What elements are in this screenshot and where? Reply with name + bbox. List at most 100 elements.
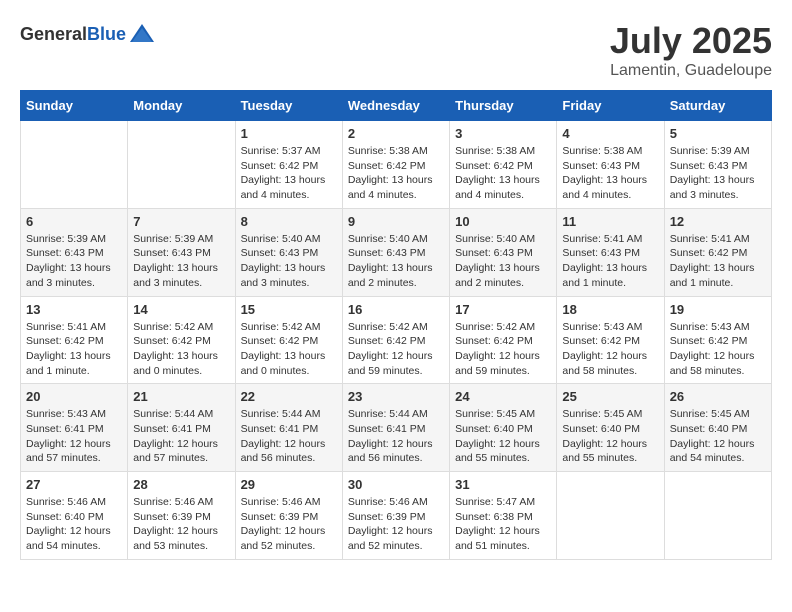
calendar-day-cell: 1Sunrise: 5:37 AMSunset: 6:42 PMDaylight… [235,121,342,209]
day-info: Sunrise: 5:38 AMSunset: 6:43 PMDaylight:… [562,144,658,203]
day-number: 14 [133,302,229,317]
day-info: Sunrise: 5:46 AMSunset: 6:39 PMDaylight:… [133,495,229,554]
calendar-day-cell: 13 Sunrise: 5:41 AMSunset: 6:42 PMDayligh… [21,296,128,384]
calendar-day-cell: 18 Sunrise: 5:43 AMSunset: 6:42 PMDayligh… [557,296,664,384]
day-number: 24 [455,389,551,404]
day-info: Sunrise: 5:45 AMSunset: 6:40 PMDaylight:… [670,407,766,466]
calendar-day-cell: 3 Sunrise: 5:38 AMSunset: 6:42 PMDaylight… [450,121,557,209]
title-section: July 2025 Lamentin, Guadeloupe [610,20,772,80]
day-number: 5 [670,126,766,141]
day-info: Sunrise: 5:46 AMSunset: 6:39 PMDaylight:… [241,495,337,554]
calendar-day-cell: 21 Sunrise: 5:44 AMSunset: 6:41 PMDayligh… [128,384,235,472]
calendar-day-cell: 2Sunrise: 5:38 AMSunset: 6:42 PMDaylight… [342,121,449,209]
calendar-day-cell: 6Sunrise: 5:39 AMSunset: 6:43 PMDaylight… [21,208,128,296]
day-number: 2 [348,126,444,141]
day-number: 1 [241,126,337,141]
day-of-week-header: Friday [557,91,664,121]
calendar-day-cell: 27 Sunrise: 5:46 AMSunset: 6:40 PMDayligh… [21,472,128,560]
calendar-table: SundayMondayTuesdayWednesdayThursdayFrid… [20,90,772,560]
day-number: 10 [455,214,551,229]
page-header: GeneralBlue July 2025 Lamentin, Guadelou… [20,20,772,80]
logo-icon [128,20,156,48]
calendar-day-cell: 28 Sunrise: 5:46 AMSunset: 6:39 PMDayligh… [128,472,235,560]
calendar-day-cell [128,121,235,209]
day-info: Sunrise: 5:43 AMSunset: 6:41 PMDaylight:… [26,407,122,466]
day-info: Sunrise: 5:45 AMSunset: 6:40 PMDaylight:… [562,407,658,466]
calendar-week-row: 20 Sunrise: 5:43 AMSunset: 6:41 PMDayligh… [21,384,772,472]
calendar-day-cell: 10Sunrise: 5:40 AMSunset: 6:43 PMDayligh… [450,208,557,296]
calendar-day-cell: 14 Sunrise: 5:42 AMSunset: 6:42 PMDayligh… [128,296,235,384]
calendar-day-cell: 5 Sunrise: 5:39 AMSunset: 6:43 PMDaylight… [664,121,771,209]
calendar-day-cell: 12Sunrise: 5:41 AMSunset: 6:42 PMDayligh… [664,208,771,296]
day-info: Sunrise: 5:46 AMSunset: 6:40 PMDaylight:… [26,495,122,554]
calendar-day-cell: 30 Sunrise: 5:46 AMSunset: 6:39 PMDayligh… [342,472,449,560]
day-number: 27 [26,477,122,492]
day-number: 17 [455,302,551,317]
day-of-week-header: Sunday [21,91,128,121]
day-info: Sunrise: 5:42 AMSunset: 6:42 PMDaylight:… [241,320,337,379]
calendar-day-cell: 19 Sunrise: 5:43 AMSunset: 6:42 PMDayligh… [664,296,771,384]
day-info: Sunrise: 5:42 AMSunset: 6:42 PMDaylight:… [348,320,444,379]
calendar-day-cell: 24 Sunrise: 5:45 AMSunset: 6:40 PMDayligh… [450,384,557,472]
day-info: Sunrise: 5:44 AMSunset: 6:41 PMDaylight:… [241,407,337,466]
day-of-week-header: Monday [128,91,235,121]
day-number: 19 [670,302,766,317]
calendar-day-cell: 9Sunrise: 5:40 AMSunset: 6:43 PMDaylight… [342,208,449,296]
day-info: Sunrise: 5:42 AMSunset: 6:42 PMDaylight:… [133,320,229,379]
day-number: 30 [348,477,444,492]
day-of-week-header: Saturday [664,91,771,121]
day-number: 13 [26,302,122,317]
calendar-week-row: 27 Sunrise: 5:46 AMSunset: 6:40 PMDayligh… [21,472,772,560]
day-number: 4 [562,126,658,141]
day-info: Sunrise: 5:44 AMSunset: 6:41 PMDaylight:… [348,407,444,466]
day-of-week-header: Thursday [450,91,557,121]
day-number: 16 [348,302,444,317]
day-info: Sunrise: 5:45 AMSunset: 6:40 PMDaylight:… [455,407,551,466]
day-number: 25 [562,389,658,404]
day-number: 20 [26,389,122,404]
calendar-week-row: 6Sunrise: 5:39 AMSunset: 6:43 PMDaylight… [21,208,772,296]
day-info: Sunrise: 5:39 AMSunset: 6:43 PMDaylight:… [26,232,122,291]
calendar-day-cell: 16 Sunrise: 5:42 AMSunset: 6:42 PMDayligh… [342,296,449,384]
day-number: 7 [133,214,229,229]
logo: GeneralBlue [20,20,156,48]
calendar-day-cell [664,472,771,560]
day-number: 26 [670,389,766,404]
day-info: Sunrise: 5:40 AMSunset: 6:43 PMDaylight:… [241,232,337,291]
day-number: 22 [241,389,337,404]
day-number: 21 [133,389,229,404]
calendar-week-row: 13 Sunrise: 5:41 AMSunset: 6:42 PMDayligh… [21,296,772,384]
calendar-week-row: 1Sunrise: 5:37 AMSunset: 6:42 PMDaylight… [21,121,772,209]
day-info: Sunrise: 5:41 AMSunset: 6:42 PMDaylight:… [26,320,122,379]
calendar-day-cell: 17Sunrise: 5:42 AMSunset: 6:42 PMDayligh… [450,296,557,384]
day-number: 31 [455,477,551,492]
day-number: 3 [455,126,551,141]
day-number: 23 [348,389,444,404]
day-number: 28 [133,477,229,492]
day-info: Sunrise: 5:43 AMSunset: 6:42 PMDaylight:… [670,320,766,379]
calendar-header-row: SundayMondayTuesdayWednesdayThursdayFrid… [21,91,772,121]
day-info: Sunrise: 5:47 AMSunset: 6:38 PMDaylight:… [455,495,551,554]
calendar-day-cell: 23 Sunrise: 5:44 AMSunset: 6:41 PMDayligh… [342,384,449,472]
calendar-day-cell: 8Sunrise: 5:40 AMSunset: 6:43 PMDaylight… [235,208,342,296]
calendar-day-cell: 25 Sunrise: 5:45 AMSunset: 6:40 PMDayligh… [557,384,664,472]
calendar-day-cell: 26 Sunrise: 5:45 AMSunset: 6:40 PMDayligh… [664,384,771,472]
calendar-day-cell: 15Sunrise: 5:42 AMSunset: 6:42 PMDayligh… [235,296,342,384]
calendar-day-cell [557,472,664,560]
day-info: Sunrise: 5:44 AMSunset: 6:41 PMDaylight:… [133,407,229,466]
calendar-day-cell [21,121,128,209]
day-info: Sunrise: 5:41 AMSunset: 6:42 PMDaylight:… [670,232,766,291]
calendar-day-cell: 29 Sunrise: 5:46 AMSunset: 6:39 PMDayligh… [235,472,342,560]
day-info: Sunrise: 5:38 AMSunset: 6:42 PMDaylight:… [455,144,551,203]
calendar-day-cell: 11Sunrise: 5:41 AMSunset: 6:43 PMDayligh… [557,208,664,296]
calendar-day-cell: 4 Sunrise: 5:38 AMSunset: 6:43 PMDaylight… [557,121,664,209]
day-info: Sunrise: 5:43 AMSunset: 6:42 PMDaylight:… [562,320,658,379]
calendar-day-cell: 22 Sunrise: 5:44 AMSunset: 6:41 PMDayligh… [235,384,342,472]
day-info: Sunrise: 5:39 AMSunset: 6:43 PMDaylight:… [670,144,766,203]
calendar-day-cell: 20 Sunrise: 5:43 AMSunset: 6:41 PMDayligh… [21,384,128,472]
day-info: Sunrise: 5:46 AMSunset: 6:39 PMDaylight:… [348,495,444,554]
day-number: 18 [562,302,658,317]
day-of-week-header: Wednesday [342,91,449,121]
day-number: 29 [241,477,337,492]
day-info: Sunrise: 5:41 AMSunset: 6:43 PMDaylight:… [562,232,658,291]
